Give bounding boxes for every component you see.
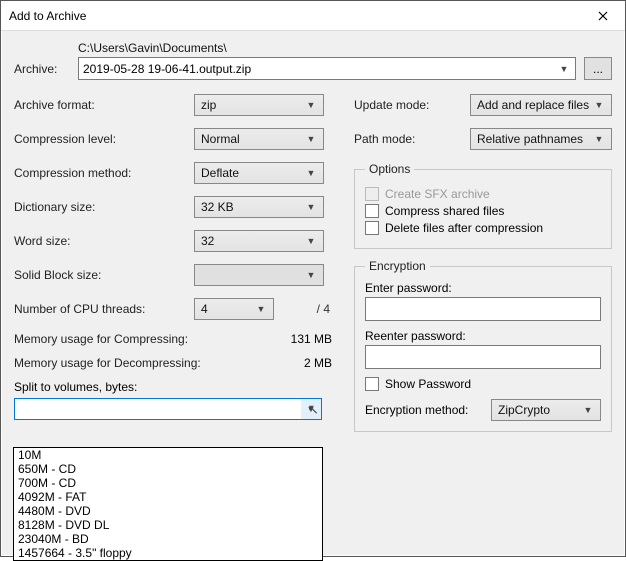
delete-after-label: Delete files after compression [385,221,543,235]
enter-password-input[interactable] [365,297,601,321]
show-password-label: Show Password [385,377,471,391]
chevron-down-icon: ▼ [591,95,607,115]
compression-method-label: Compression method: [14,166,194,180]
cpu-threads-label: Number of CPU threads: [14,302,194,316]
mem-compressing-value: 131 MB [276,332,336,346]
compression-method-combo[interactable]: Deflate ▼ [194,162,324,184]
chevron-down-icon: ▼ [303,129,319,149]
compress-shared-label: Compress shared files [385,204,504,218]
split-option[interactable]: 700M - CD [14,476,322,490]
delete-after-checkbox[interactable] [365,221,379,235]
reenter-password-label: Reenter password: [365,329,601,343]
split-option[interactable]: 10M [14,448,322,462]
add-to-archive-dialog: Add to Archive C:\Users\Gavin\Documents\… [0,0,626,557]
dictionary-size-value: 32 KB [201,200,234,214]
word-size-label: Word size: [14,234,194,248]
encryption-method-label: Encryption method: [365,403,468,417]
archive-path-display: C:\Users\Gavin\Documents\ [78,41,612,55]
chevron-down-icon: ▼ [303,197,319,217]
window-title: Add to Archive [9,9,86,23]
dialog-body: C:\Users\Gavin\Documents\ Archive: 2019-… [2,31,624,555]
titlebar: Add to Archive [1,1,625,31]
dictionary-size-combo[interactable]: 32 KB ▼ [194,196,324,218]
compress-shared-checkbox[interactable] [365,204,379,218]
word-size-combo[interactable]: 32 ▼ [194,230,324,252]
split-option[interactable]: 8128M - DVD DL [14,518,322,532]
update-mode-label: Update mode: [354,98,429,112]
chevron-down-icon: ▼ [303,265,319,285]
update-mode-combo[interactable]: Add and replace files ▼ [470,94,612,116]
reenter-password-input[interactable] [365,345,601,369]
encryption-method-combo[interactable]: ZipCrypto ▼ [491,399,601,421]
word-size-value: 32 [201,234,214,248]
show-password-checkbox[interactable] [365,377,379,391]
mem-compressing-label: Memory usage for Compressing: [14,332,188,346]
path-mode-label: Path mode: [354,132,415,146]
path-mode-value: Relative pathnames [477,132,583,146]
enter-password-label: Enter password: [365,281,601,295]
create-sfx-row: Create SFX archive [365,187,601,201]
chevron-down-icon: ▼ ↖ [301,399,321,419]
archive-label: Archive: [14,62,70,76]
mem-decompressing-value: 2 MB [276,356,336,370]
archive-format-combo[interactable]: zip ▼ [194,94,324,116]
create-sfx-checkbox [365,187,379,201]
mouse-cursor-icon: ↖ [307,401,319,418]
compress-shared-row[interactable]: Compress shared files [365,204,601,218]
chevron-down-icon: ▼ [591,129,607,149]
split-volumes-dropdown[interactable]: 10M 650M - CD 700M - CD 4092M - FAT 4480… [13,447,323,561]
split-option[interactable]: 4480M - DVD [14,504,322,518]
cpu-threads-combo[interactable]: 4 ▼ [194,298,274,320]
split-volumes-combo[interactable]: ▼ ↖ [14,398,322,420]
compression-method-value: Deflate [201,166,239,180]
show-password-row[interactable]: Show Password [365,377,601,391]
close-button[interactable] [580,1,625,31]
close-icon [598,11,608,21]
compression-level-label: Compression level: [14,132,194,146]
browse-button[interactable]: ... [584,57,612,80]
split-option[interactable]: 650M - CD [14,462,322,476]
left-column: Archive format: zip ▼ Compression level:… [14,94,336,442]
chevron-down-icon: ▼ [303,95,319,115]
cpu-threads-value: 4 [201,302,208,316]
path-mode-combo[interactable]: Relative pathnames ▼ [470,128,612,150]
chevron-down-icon: ▼ [303,163,319,183]
compression-level-value: Normal [201,132,240,146]
chevron-down-icon: ▼ [555,60,573,77]
encryption-group: Encryption Enter password: Reenter passw… [354,259,612,432]
create-sfx-label: Create SFX archive [385,187,490,201]
split-option[interactable]: 4092M - FAT [14,490,322,504]
split-option[interactable]: 1457664 - 3.5" floppy [14,546,322,560]
archive-format-value: zip [201,98,216,112]
options-group: Options Create SFX archive Compress shar… [354,162,612,249]
chevron-down-icon: ▼ [580,400,596,420]
right-column: Update mode: Add and replace files ▼ Pat… [354,94,612,442]
chevron-down-icon: ▼ [303,231,319,251]
archive-format-label: Archive format: [14,98,194,112]
archive-filename-value: 2019-05-28 19-06-41.output.zip [83,62,251,76]
compression-level-combo[interactable]: Normal ▼ [194,128,324,150]
delete-after-row[interactable]: Delete files after compression [365,221,601,235]
split-option[interactable]: 23040M - BD [14,532,322,546]
dictionary-size-label: Dictionary size: [14,200,194,214]
mem-decompressing-label: Memory usage for Decompressing: [14,356,201,370]
encryption-legend: Encryption [365,259,430,273]
solid-block-size-label: Solid Block size: [14,268,194,282]
browse-button-label: ... [593,62,603,76]
chevron-down-icon: ▼ [253,299,269,319]
split-volumes-label: Split to volumes, bytes: [14,380,336,394]
options-legend: Options [365,162,414,176]
solid-block-size-combo: ▼ [194,264,324,286]
update-mode-value: Add and replace files [477,98,589,112]
cpu-threads-total: / 4 [317,302,336,316]
archive-filename-combo[interactable]: 2019-05-28 19-06-41.output.zip ▼ [78,57,576,80]
encryption-method-value: ZipCrypto [498,403,550,417]
